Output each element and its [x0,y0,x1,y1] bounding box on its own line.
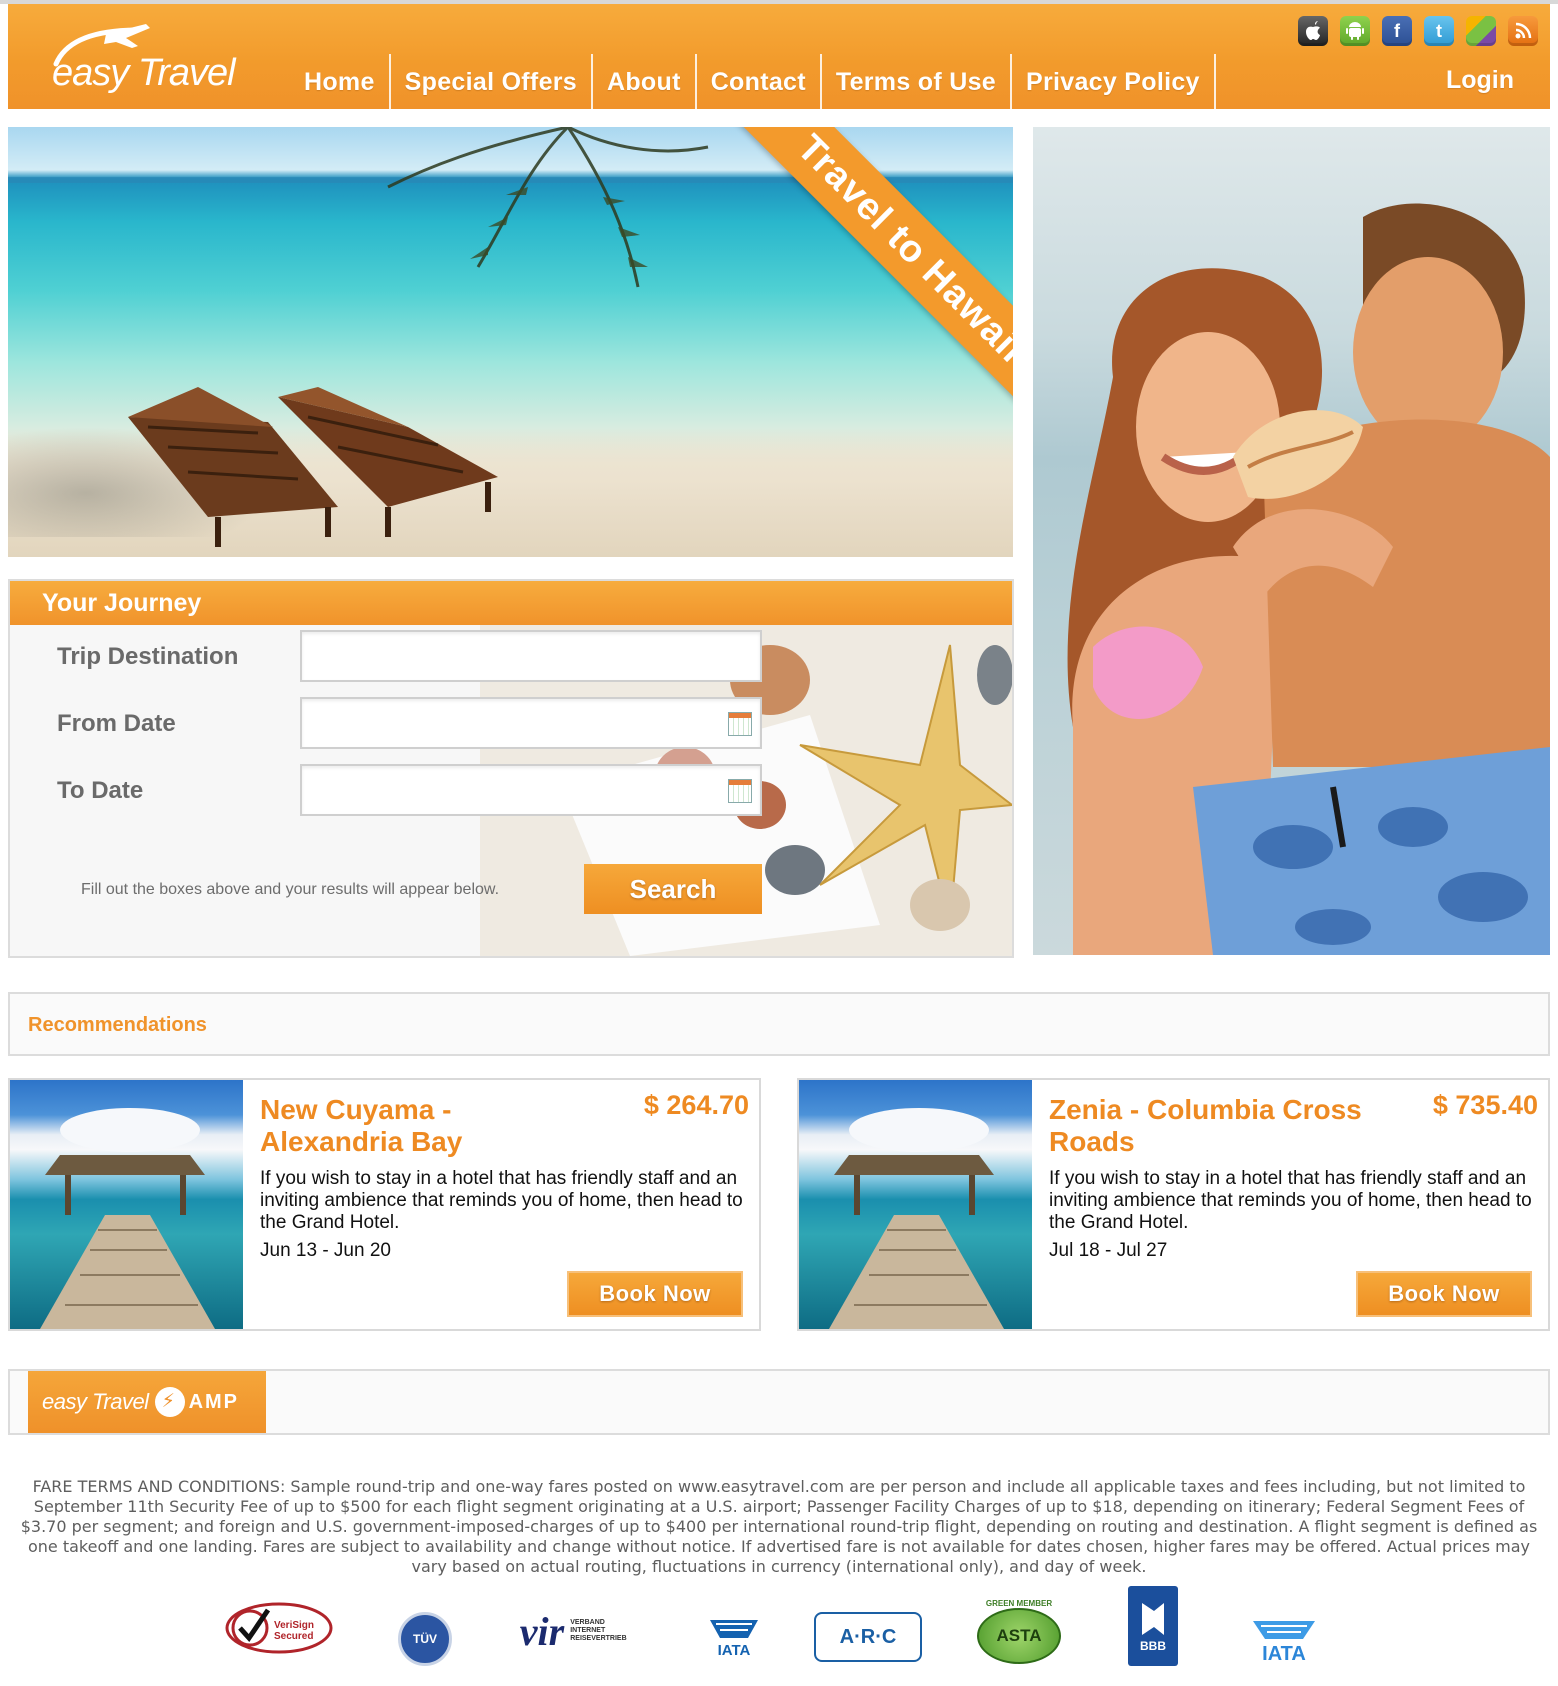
calendar-icon[interactable] [728,779,752,803]
nav-home[interactable]: Home [290,54,391,110]
trip-destination-label: Trip Destination [57,643,239,670]
nav-privacy-policy[interactable]: Privacy Policy [1012,54,1216,110]
hero-beach-image[interactable]: Travel to Hawaii [8,127,1013,557]
recommendations-title: Recommendations [28,1014,207,1036]
nav-terms-of-use[interactable]: Terms of Use [822,54,1012,110]
card-description: If you wish to stay in a hotel that has … [1049,1168,1532,1233]
from-date-label: From Date [57,710,176,737]
iata-badge[interactable]: IATA [1246,1616,1322,1666]
to-date-label: To Date [57,777,144,804]
rss-icon[interactable] [1508,16,1538,46]
android-icon[interactable] [1340,16,1370,46]
journey-title: Your Journey [10,581,1012,625]
search-button[interactable]: Search [584,864,762,914]
to-date-field[interactable] [300,764,762,816]
journey-search-panel: Your Journey Trip Destination From Date … [8,579,1014,958]
couple-photo [1033,127,1550,955]
easy-travel-logo[interactable]: easy Travel [46,22,246,102]
login-link[interactable]: Login [1446,66,1514,95]
site-header: easy Travel Home Special Offers About Co… [8,4,1550,110]
logo-text: easy Travel [52,52,236,94]
tuv-badge[interactable]: TÜV [398,1612,452,1666]
recommendations-header: Recommendations [8,992,1550,1056]
main-nav: Home Special Offers About Contact Terms … [290,54,1216,110]
arc-badge[interactable]: A·R·C [814,1612,922,1662]
amp-bar: easy Travel AMP [8,1369,1550,1435]
nav-contact[interactable]: Contact [697,54,822,110]
pier-photo [10,1080,243,1329]
trust-badges: VeriSign Secured TÜV vir VERBAND INTERNE… [0,1586,1558,1676]
book-now-button[interactable]: Book Now [1356,1271,1532,1317]
card-title: Zenia - Columbia Cross Roads [1049,1094,1362,1157]
card-description: If you wish to stay in a hotel that has … [260,1168,743,1233]
nav-about[interactable]: About [593,54,697,110]
social-icons: f t [1298,16,1538,46]
fare-terms: FARE TERMS AND CONDITIONS: Sample round-… [20,1477,1538,1576]
twitter-icon[interactable]: t [1424,16,1454,46]
calendar-icon[interactable] [728,712,752,736]
card-title: New Cuyama - Alexandria Bay [260,1094,463,1157]
from-date-field[interactable] [300,697,762,749]
facebook-icon[interactable]: f [1382,16,1412,46]
asta-badge[interactable]: GREEN MEMBER ASTA [976,1596,1062,1666]
iata-badge[interactable]: IATA [704,1612,764,1662]
search-hint: Fill out the boxes above and your result… [81,881,500,898]
recommendation-card[interactable]: Zenia - Columbia Cross Roads $ 735.40 If… [797,1078,1550,1331]
card-price: $ 735.40 [1432,1090,1538,1120]
pier-photo [799,1080,1032,1329]
couple-illustration [1067,203,1550,955]
cube-icon[interactable] [1466,16,1496,46]
recommendation-card[interactable]: New Cuyama - Alexandria Bay $ 264.70 If … [8,1078,761,1331]
verisign-badge[interactable]: VeriSign Secured [224,1600,334,1656]
vir-badge[interactable]: vir VERBAND INTERNET REISEVERTRIEB [505,1606,645,1656]
card-dates: Jun 13 - Jun 20 [260,1240,391,1261]
card-dates: Jul 18 - Jul 27 [1049,1240,1168,1261]
trip-destination-field[interactable] [300,630,762,682]
bbb-badge[interactable]: BBB [1128,1586,1178,1666]
easy-travel-amp-logo[interactable]: easy Travel AMP [28,1371,266,1433]
apple-icon[interactable] [1298,16,1328,46]
lightning-bolt-icon [154,1387,185,1417]
nav-special-offers[interactable]: Special Offers [391,54,593,110]
card-price: $ 264.70 [643,1090,749,1120]
book-now-button[interactable]: Book Now [567,1271,743,1317]
